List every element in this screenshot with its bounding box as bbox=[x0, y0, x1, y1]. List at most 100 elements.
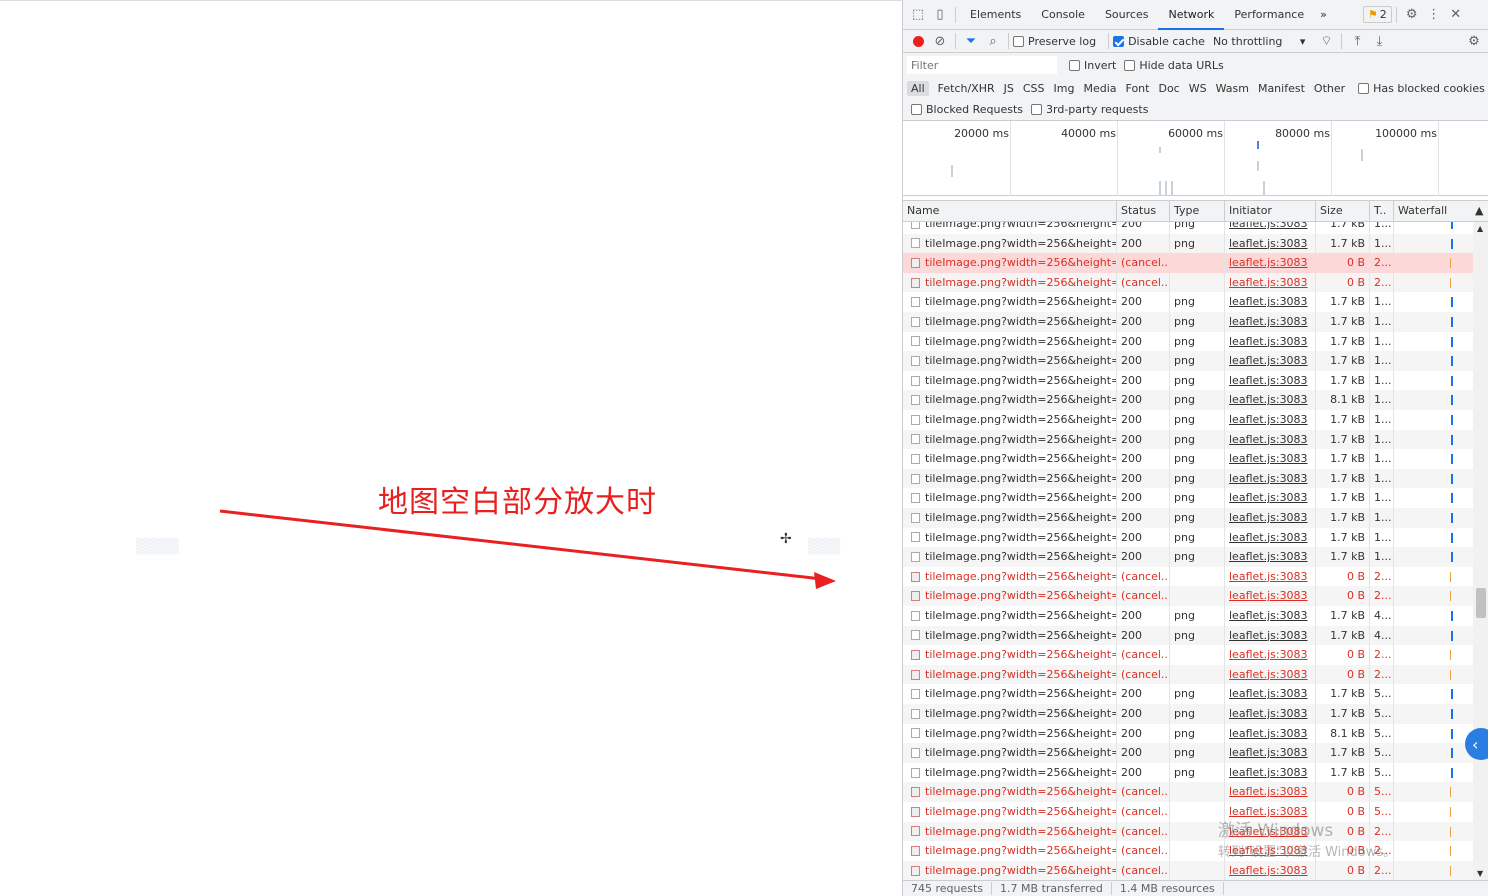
type-wasm[interactable]: Wasm bbox=[1212, 81, 1253, 96]
initiator-link[interactable]: leaflet.js:3083 bbox=[1229, 766, 1308, 779]
initiator-link[interactable]: leaflet.js:3083 bbox=[1229, 746, 1308, 759]
table-row[interactable]: tileImage.png?width=256&height=... 200 png… bbox=[903, 233, 1473, 254]
preserve-log-checkbox[interactable]: Preserve log bbox=[1013, 35, 1096, 48]
table-row[interactable]: tileImage.png?width=256&height=... 200 png… bbox=[903, 508, 1473, 528]
initiator-link[interactable]: leaflet.js:3083 bbox=[1229, 237, 1308, 250]
initiator-link[interactable]: leaflet.js:3083 bbox=[1229, 222, 1308, 230]
tab-network[interactable]: Network bbox=[1158, 0, 1225, 30]
inspect-element-icon[interactable]: ⬚ bbox=[907, 4, 929, 26]
initiator-link[interactable]: leaflet.js:3083 bbox=[1229, 805, 1308, 818]
initiator-link[interactable]: leaflet.js:3083 bbox=[1229, 472, 1308, 485]
initiator-link[interactable]: leaflet.js:3083 bbox=[1229, 687, 1308, 700]
initiator-link[interactable]: leaflet.js:3083 bbox=[1229, 354, 1308, 367]
initiator-link[interactable]: leaflet.js:3083 bbox=[1229, 668, 1308, 681]
initiator-link[interactable]: leaflet.js:3083 bbox=[1229, 629, 1308, 642]
type-ws[interactable]: WS bbox=[1185, 81, 1211, 96]
type-font[interactable]: Font bbox=[1122, 81, 1154, 96]
table-row[interactable]: tileImage.png?width=256&height=... 200 png… bbox=[903, 222, 1473, 234]
filter-input[interactable] bbox=[907, 56, 1057, 74]
table-row[interactable]: tileImage.png?width=256&height=... 200 png… bbox=[903, 292, 1473, 312]
initiator-link[interactable]: leaflet.js:3083 bbox=[1229, 648, 1308, 661]
column-name[interactable]: Name bbox=[903, 201, 1117, 221]
invert-checkbox[interactable]: Invert bbox=[1069, 59, 1116, 72]
table-row[interactable]: tileImage.png?width=256&height=... (cance… bbox=[903, 782, 1473, 802]
table-row[interactable]: tileImage.png?width=256&height=... (cance… bbox=[903, 253, 1473, 273]
map-area[interactable]: ▒▒▒▒ ▒▒▒ ✢ 地图空白部分放大时 bbox=[0, 0, 902, 896]
type-media[interactable]: Media bbox=[1079, 81, 1120, 96]
search-icon[interactable]: ⌕ bbox=[982, 30, 1004, 52]
table-row[interactable]: tileImage.png?width=256&height=... (cance… bbox=[903, 664, 1473, 685]
table-row[interactable]: tileImage.png?width=256&height=... (cance… bbox=[903, 566, 1473, 587]
hide-data-urls-checkbox[interactable]: Hide data URLs bbox=[1124, 59, 1224, 72]
type-manifest[interactable]: Manifest bbox=[1254, 81, 1309, 96]
table-row[interactable]: tileImage.png?width=256&height=... 200 png… bbox=[903, 351, 1473, 371]
issues-badge[interactable]: ⚑ 2 bbox=[1362, 6, 1392, 23]
table-row[interactable]: tileImage.png?width=256&height=... (cance… bbox=[903, 586, 1473, 606]
table-row[interactable]: tileImage.png?width=256&height=... 200 png… bbox=[903, 704, 1473, 724]
initiator-link[interactable]: leaflet.js:3083 bbox=[1229, 707, 1308, 720]
type-img[interactable]: Img bbox=[1050, 81, 1079, 96]
record-button[interactable] bbox=[907, 30, 929, 52]
initiator-link[interactable]: leaflet.js:3083 bbox=[1229, 335, 1308, 348]
table-row[interactable]: tileImage.png?width=256&height=... 200 png… bbox=[903, 449, 1473, 469]
initiator-link[interactable]: leaflet.js:3083 bbox=[1229, 550, 1308, 563]
scrollbar-thumb[interactable] bbox=[1476, 588, 1486, 618]
sort-up-icon[interactable]: ▲ bbox=[1473, 201, 1488, 221]
initiator-link[interactable]: leaflet.js:3083 bbox=[1229, 295, 1308, 308]
table-row[interactable]: tileImage.png?width=256&height=... 200 png… bbox=[903, 312, 1473, 332]
table-row[interactable]: tileImage.png?width=256&height=... 200 png… bbox=[903, 547, 1473, 567]
initiator-link[interactable]: leaflet.js:3083 bbox=[1229, 413, 1308, 426]
table-row[interactable]: tileImage.png?width=256&height=... 200 png… bbox=[903, 527, 1473, 548]
disable-cache-checkbox[interactable]: Disable cache bbox=[1113, 35, 1205, 48]
initiator-link[interactable]: leaflet.js:3083 bbox=[1229, 531, 1308, 544]
initiator-link[interactable]: leaflet.js:3083 bbox=[1229, 374, 1308, 387]
column-initiator[interactable]: Initiator bbox=[1225, 201, 1316, 221]
initiator-link[interactable]: leaflet.js:3083 bbox=[1229, 511, 1308, 524]
scroll-up-icon[interactable]: ▲ bbox=[1477, 224, 1483, 233]
more-tabs-button[interactable]: » bbox=[1314, 0, 1333, 30]
column-status[interactable]: Status bbox=[1117, 201, 1170, 221]
tab-sources[interactable]: Sources bbox=[1095, 0, 1159, 30]
clear-icon[interactable]: ⊘ bbox=[929, 30, 951, 52]
table-row[interactable]: tileImage.png?width=256&height=... (cance… bbox=[903, 272, 1473, 293]
column-waterfall[interactable]: Waterfall bbox=[1394, 201, 1473, 221]
scroll-down-icon[interactable]: ▼ bbox=[1477, 869, 1483, 878]
table-scrollbar[interactable]: ▲ ▼ bbox=[1473, 222, 1488, 880]
initiator-link[interactable]: leaflet.js:3083 bbox=[1229, 727, 1308, 740]
initiator-link[interactable]: leaflet.js:3083 bbox=[1229, 864, 1308, 877]
table-row[interactable]: tileImage.png?width=256&height=... 200 png… bbox=[903, 625, 1473, 646]
table-row[interactable]: tileImage.png?width=256&height=... 200 png… bbox=[903, 743, 1473, 763]
type-doc[interactable]: Doc bbox=[1154, 81, 1183, 96]
network-settings-gear-icon[interactable]: ⚙ bbox=[1463, 30, 1485, 52]
device-toolbar-icon[interactable]: ▯ bbox=[929, 4, 951, 26]
table-row[interactable]: tileImage.png?width=256&height=... 200 png… bbox=[903, 723, 1473, 744]
table-row[interactable]: tileImage.png?width=256&height=... 200 png… bbox=[903, 410, 1473, 430]
initiator-link[interactable]: leaflet.js:3083 bbox=[1229, 315, 1308, 328]
has-blocked-cookies-checkbox[interactable]: Has blocked cookies bbox=[1358, 82, 1485, 95]
type-js[interactable]: JS bbox=[1000, 81, 1018, 96]
tab-elements[interactable]: Elements bbox=[960, 0, 1031, 30]
type-all[interactable]: All bbox=[907, 80, 929, 96]
table-row[interactable]: tileImage.png?width=256&height=... 200 png… bbox=[903, 684, 1473, 704]
close-icon[interactable]: ✕ bbox=[1445, 4, 1467, 26]
column-time[interactable]: T.. bbox=[1370, 201, 1394, 221]
table-row[interactable]: tileImage.png?width=256&height=... 200 png… bbox=[903, 429, 1473, 450]
initiator-link[interactable]: leaflet.js:3083 bbox=[1229, 570, 1308, 583]
throttling-select[interactable]: No throttling ▾ bbox=[1213, 35, 1305, 48]
initiator-link[interactable]: leaflet.js:3083 bbox=[1229, 256, 1308, 269]
type-css[interactable]: CSS bbox=[1019, 81, 1049, 96]
column-size[interactable]: Size bbox=[1316, 201, 1370, 221]
table-row[interactable]: tileImage.png?width=256&height=... 200 png… bbox=[903, 762, 1473, 783]
blocked-requests-checkbox[interactable]: Blocked Requests bbox=[911, 103, 1023, 116]
table-row[interactable]: tileImage.png?width=256&height=... 200 png… bbox=[903, 468, 1473, 489]
initiator-link[interactable]: leaflet.js:3083 bbox=[1229, 609, 1308, 622]
table-row[interactable]: tileImage.png?width=256&height=... 200 png… bbox=[903, 390, 1473, 410]
type-fetch-xhr[interactable]: Fetch/XHR bbox=[934, 81, 999, 96]
initiator-link[interactable]: leaflet.js:3083 bbox=[1229, 589, 1308, 602]
initiator-link[interactable]: leaflet.js:3083 bbox=[1229, 785, 1308, 798]
type-other[interactable]: Other bbox=[1310, 81, 1349, 96]
initiator-link[interactable]: leaflet.js:3083 bbox=[1229, 393, 1308, 406]
initiator-link[interactable]: leaflet.js:3083 bbox=[1229, 433, 1308, 446]
table-row[interactable]: tileImage.png?width=256&height=... 200 png… bbox=[903, 331, 1473, 352]
table-row[interactable]: tileImage.png?width=256&height=... 200 png… bbox=[903, 370, 1473, 391]
